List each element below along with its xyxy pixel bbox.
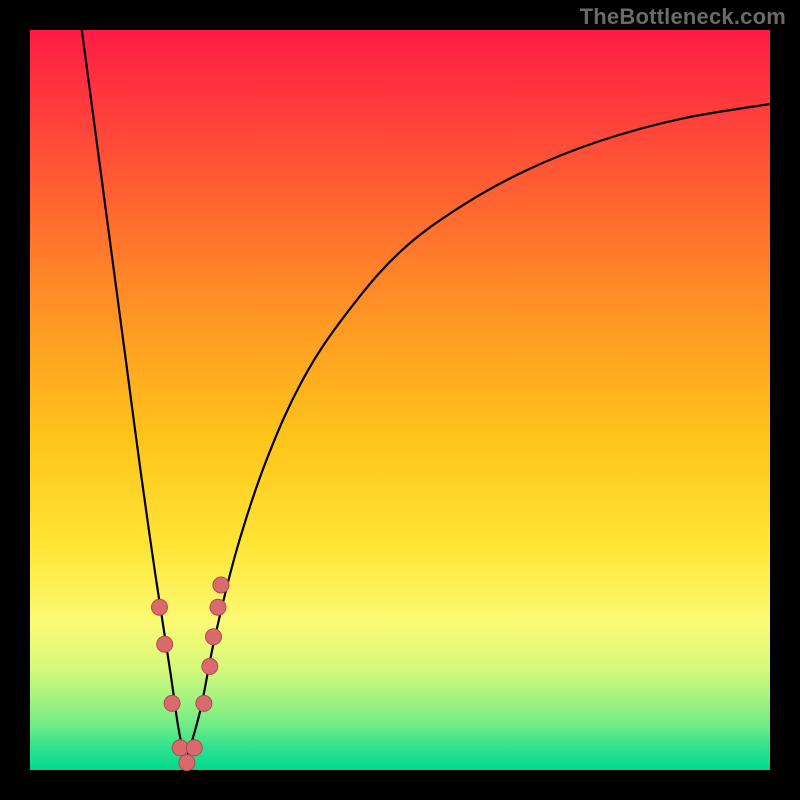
highlight-dot (196, 695, 212, 711)
plot-area (30, 30, 770, 770)
chart-frame: TheBottleneck.com (0, 0, 800, 800)
near-minimum-dots (152, 577, 229, 771)
curve-right-branch (185, 104, 770, 763)
highlight-dot (186, 740, 202, 756)
curve-left-branch (82, 30, 186, 763)
highlight-dot (179, 755, 195, 771)
highlight-dot (202, 658, 218, 674)
highlight-dot (152, 599, 168, 615)
highlight-dot (157, 636, 173, 652)
watermark-text: TheBottleneck.com (580, 4, 786, 30)
highlight-dot (210, 599, 226, 615)
highlight-dot (213, 577, 229, 593)
curve-layer (30, 30, 770, 770)
highlight-dot (164, 695, 180, 711)
highlight-dot (206, 629, 222, 645)
